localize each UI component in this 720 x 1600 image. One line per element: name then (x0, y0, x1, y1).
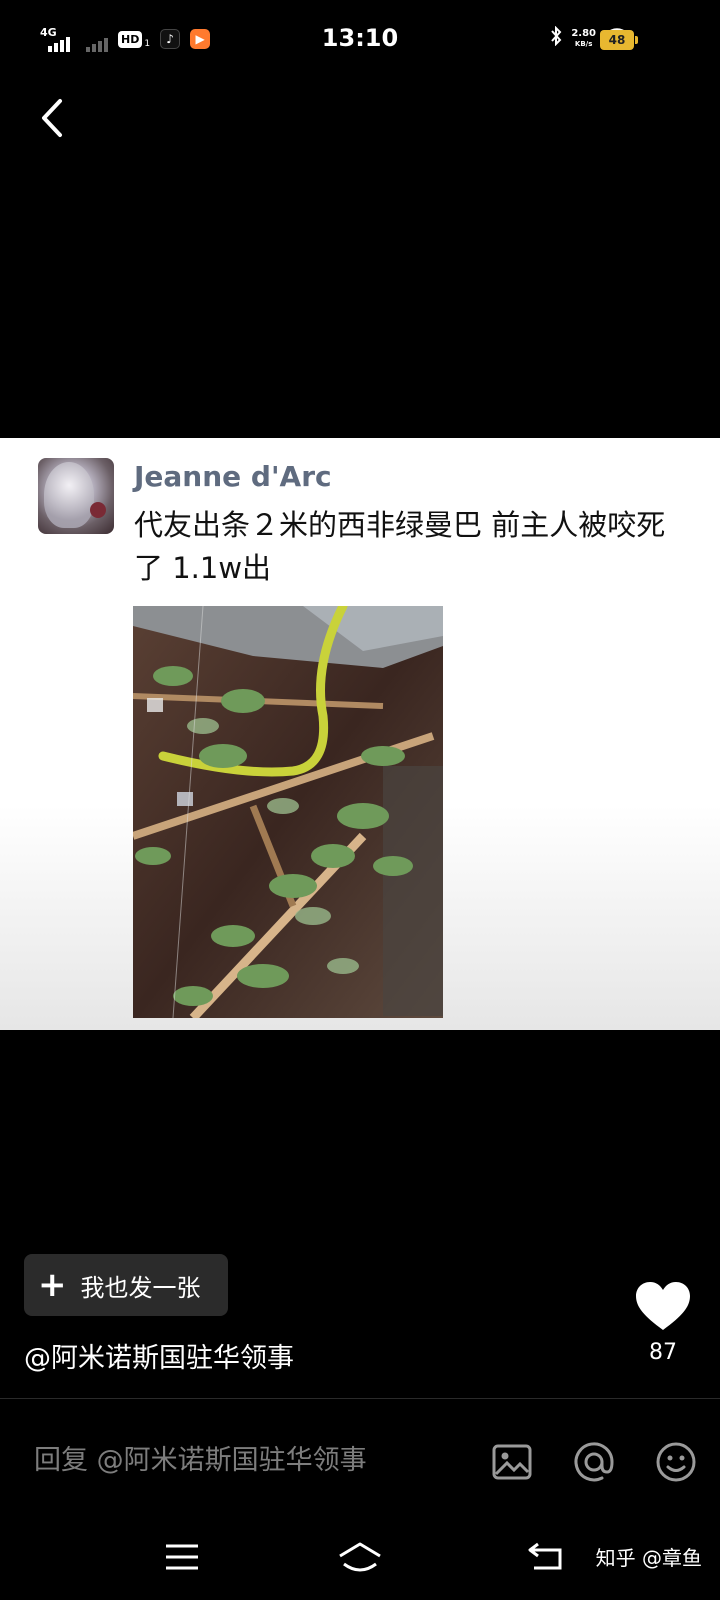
menu-icon[interactable] (160, 1538, 204, 1578)
emoji-icon[interactable] (654, 1440, 698, 1484)
back-nav-icon[interactable] (526, 1538, 570, 1578)
avatar[interactable] (38, 458, 114, 534)
image-icon[interactable] (490, 1440, 534, 1484)
like-button[interactable]: 87 (628, 1280, 698, 1365)
heart-icon (636, 1282, 690, 1330)
home-icon[interactable] (336, 1538, 381, 1578)
post-image[interactable] (133, 606, 443, 1018)
back-button[interactable] (30, 96, 74, 140)
like-count: 87 (649, 1340, 677, 1365)
network-speed: 2.80 KB/s (571, 27, 596, 48)
plus-icon: + (38, 1265, 67, 1305)
mention-text[interactable]: @阿米诺斯国驻华领事 (24, 1336, 294, 1375)
post-too-button[interactable]: + 我也发一张 (24, 1254, 228, 1316)
battery-icon: 48 (600, 30, 638, 50)
chevron-left-icon (42, 99, 62, 137)
reply-input[interactable]: 回复 @阿米诺斯国驻华领事 (34, 1438, 367, 1477)
post-text: 代友出条２米的西非绿曼巴 前主人被咬死了 1.1w出 (134, 508, 666, 585)
post-username[interactable]: Jeanne d'Arc (134, 460, 332, 493)
at-icon[interactable] (572, 1440, 616, 1484)
post-too-label: 我也发一张 (80, 1273, 201, 1302)
post-card: Jeanne d'Arc 代友出条２米的西非绿曼巴 前主人被咬死了 1.1w出 (0, 438, 720, 1030)
watermark: 知乎 @章鱼 (595, 1546, 702, 1570)
status-bar: 4G HD 1 ♪ ▶ 13:10 2.80 KB/s 48 (0, 0, 720, 84)
bluetooth-icon (549, 25, 563, 51)
divider (0, 1398, 720, 1399)
